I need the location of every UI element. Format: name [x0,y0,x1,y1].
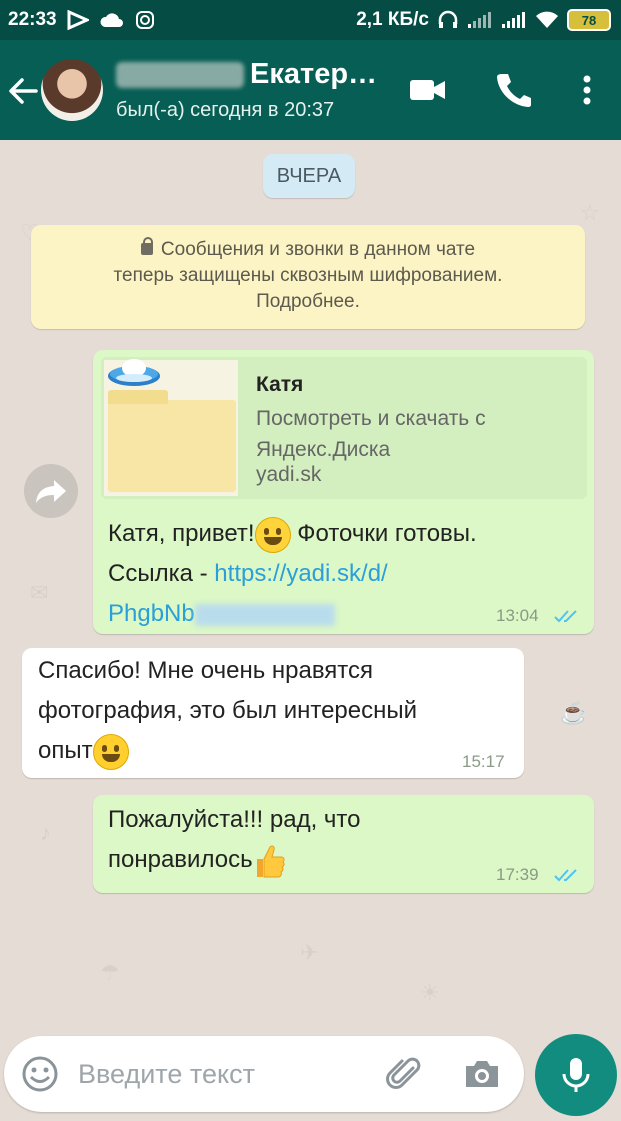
message-time: 15:17 [462,752,505,771]
more-vert-icon[interactable] [570,70,610,110]
message-input-placeholder[interactable]: Введите текст [78,1059,255,1090]
contact-info[interactable]: Екатер… был(-а) сегодня в 20:37 [116,58,386,122]
mic-icon [562,1058,590,1092]
message-composer[interactable]: Введите текст [4,1036,524,1112]
message-link[interactable]: PhgbNb [108,600,195,627]
link-preview-title: Катя [256,373,304,396]
battery-icon: 78 [567,9,611,31]
yandex-disk-icon [108,359,160,386]
cloud-icon [100,13,123,27]
message-text-part: Ссылка - [108,560,215,587]
attach-icon[interactable] [385,1054,425,1094]
date-chip: ВЧЕРА [263,154,355,198]
message-text-line: Пожалуйста!!! рад, что [108,806,361,833]
camera-icon[interactable] [462,1054,502,1094]
wifi-icon [536,11,558,28]
back-arrow-icon[interactable] [6,74,40,108]
message-text: Пожалуйста!!! рад, что понравилось [108,800,361,880]
contact-name: Екатер… [250,58,378,90]
redacted-link [194,603,335,626]
smiling-face-emoji [92,733,129,770]
last-seen: был(-а) сегодня в 20:37 [116,99,335,121]
message-time: 13:04 [496,606,539,625]
signal-icon [468,12,491,28]
wallpaper-doodle: ☂ [100,960,120,985]
wallpaper-doodle: ✈ [300,940,319,965]
message-text-part: Катя, привет! [108,520,255,547]
wallpaper-doodle: ☆ [580,200,600,225]
message-time: 17:39 [496,865,539,884]
instagram-icon [135,11,154,29]
message-text-line: Спасибо! Мне очень нравятся [38,657,374,684]
read-ticks-icon [554,869,577,882]
wallpaper-doodle: ☀ [420,980,440,1005]
link-preview-thumbnail [104,359,238,496]
battery-level: 78 [581,12,597,28]
link-preview-description-line: Посмотреть и скачать с [256,407,486,430]
encryption-notice[interactable]: Сообщения и звонки в данном чате теперь … [31,225,585,329]
chat-header: Екатер… был(-а) сегодня в 20:37 [0,40,621,140]
message-link[interactable]: https://yadi.sk/d/ [214,560,387,587]
link-preview-description: Посмотреть и скачать с Яндекс.Диска [256,403,576,465]
forward-button[interactable] [24,464,78,518]
status-bar: 22:33 2,1 КБ/с 78 [0,0,621,40]
message-text: Катя, привет! Фоточки готовы. Ссылка - h… [108,514,477,634]
chat-area[interactable]: ♡ ☆ ✎ ✉ ☕ ♪ ✈ ☀ ☂ ВЧЕРА Сообщения и звон… [0,140,621,1116]
link-preview-description-line: Яндекс.Диска [256,438,391,461]
status-time: 22:33 [8,9,57,30]
outgoing-message[interactable]: Пожалуйста!!! рад, что понравилось 17:39 [93,795,594,893]
redacted-name [116,61,244,88]
link-preview-domain: yadi.sk [256,463,322,486]
emoji-icon[interactable] [20,1054,60,1094]
wallpaper-doodle: ☕ [560,700,588,725]
message-text-part: Фоточки готовы. [290,520,477,547]
message-text-line: понравилось [108,846,253,873]
mic-button[interactable] [535,1034,617,1116]
encryption-notice-line: теперь защищены сквозным шифрованием. [113,265,503,286]
phone-call-icon[interactable] [493,70,533,110]
thumbs-up-emoji [256,845,285,878]
message-text-line: фотография, это был интересный [38,697,418,724]
encryption-notice-link[interactable]: Подробнее. [31,289,585,315]
lock-icon [140,237,153,255]
wallpaper-doodle: ✉ [30,580,49,605]
incoming-message[interactable]: Спасибо! Мне очень нравятся фотография, … [22,648,524,778]
grinning-face-emoji [254,516,291,553]
link-preview[interactable]: Катя Посмотреть и скачать с Яндекс.Диска… [101,357,587,499]
message-text-line: опыт [38,737,93,764]
play-icon [67,10,89,30]
wallpaper-doodle: ♪ [40,820,51,845]
encryption-notice-line: Сообщения и звонки в данном чате [160,239,476,260]
network-speed: 2,1 КБ/с [356,9,429,30]
folder-icon [108,390,236,492]
read-ticks-icon [554,610,577,623]
video-call-icon[interactable] [407,70,447,110]
message-text: Спасибо! Мне очень нравятся фотография, … [38,651,417,771]
outgoing-message[interactable]: Катя Посмотреть и скачать с Яндекс.Диска… [93,350,594,634]
forward-icon [36,480,66,503]
signal-icon [502,12,525,28]
contact-avatar[interactable] [41,59,103,121]
headset-icon [438,10,458,28]
